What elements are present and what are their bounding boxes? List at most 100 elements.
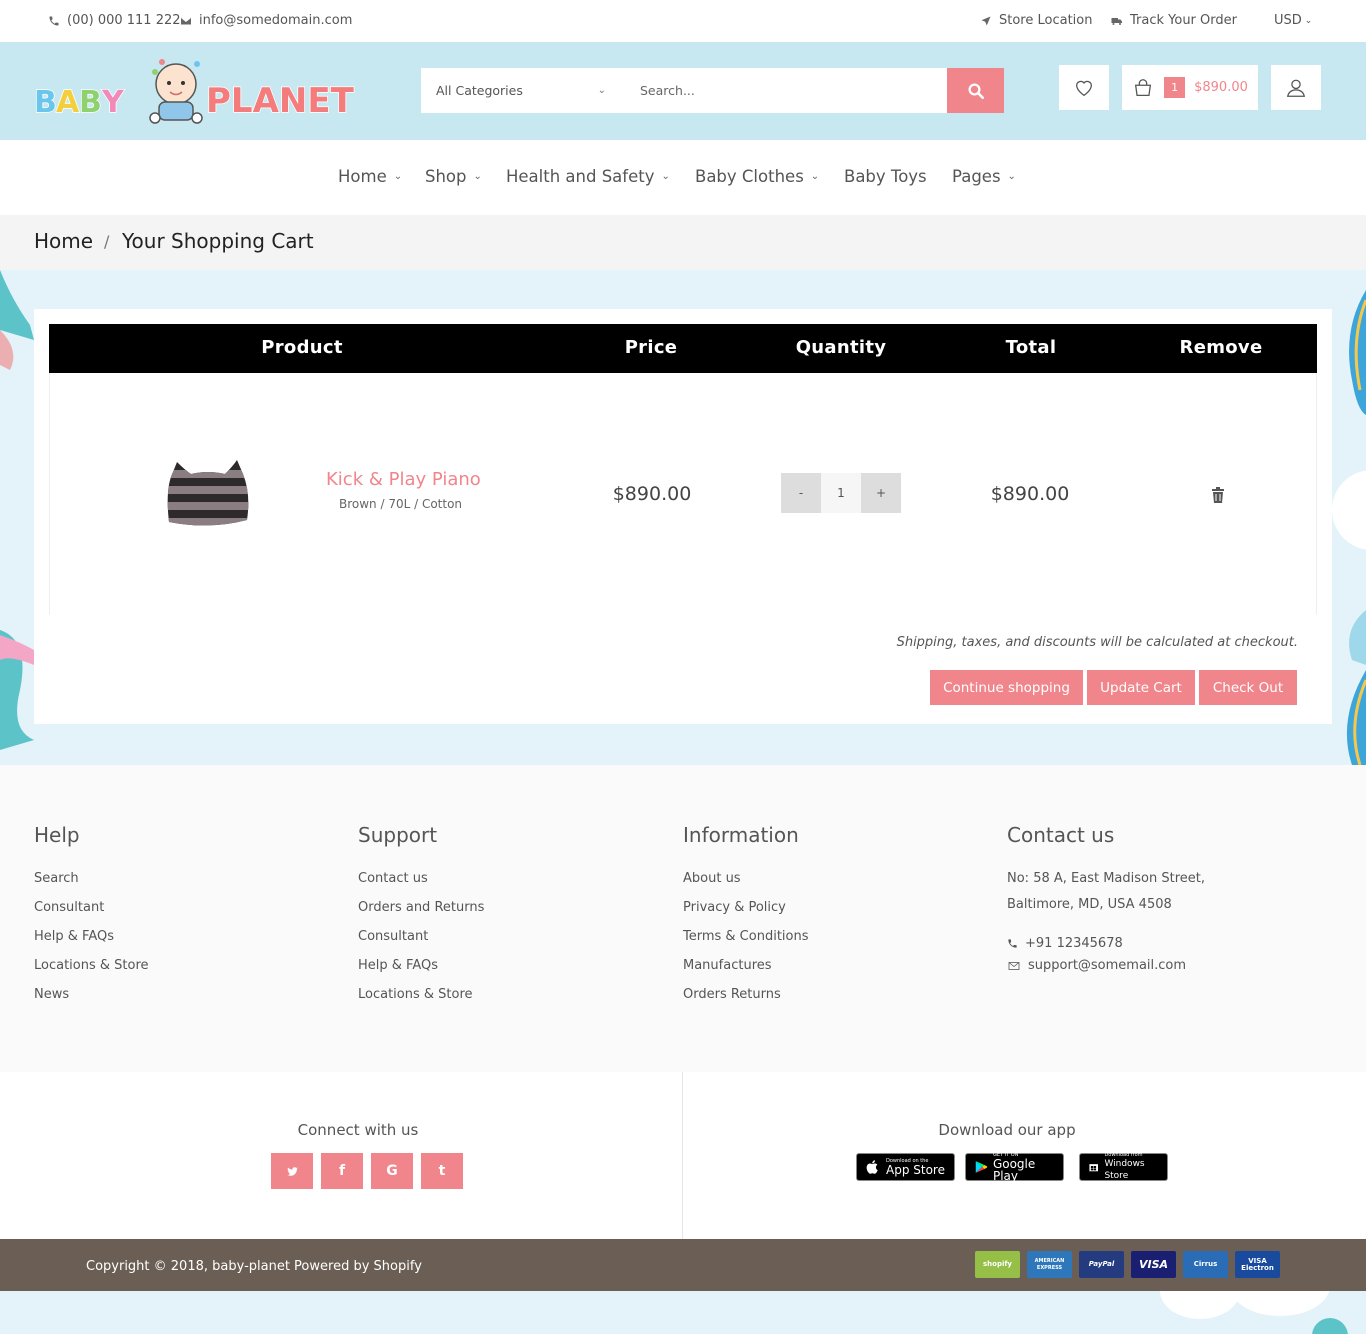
- checkout-button[interactable]: Check Out: [1199, 670, 1297, 705]
- currency-selector[interactable]: USD ⌄: [1274, 13, 1312, 28]
- nav-item-health-and-safety[interactable]: Health and Safety ⌄: [506, 167, 670, 186]
- footer-link[interactable]: Locations & Store: [358, 987, 484, 1016]
- footer-heading-information: Information: [683, 823, 799, 847]
- phone-number: (00) 000 111 222: [67, 13, 181, 28]
- search-button[interactable]: [947, 68, 1004, 113]
- nav-item-baby-clothes[interactable]: Baby Clothes ⌄: [695, 167, 819, 186]
- nav-item-baby-toys[interactable]: Baby Toys: [844, 167, 927, 186]
- footer-link[interactable]: Consultant: [34, 900, 149, 929]
- product-image[interactable]: [163, 458, 253, 530]
- app-store-big: App Store: [886, 1163, 945, 1177]
- chevron-down-icon: ⌄: [597, 85, 606, 96]
- footer-col-support: Support Contact us Orders and Returns Co…: [358, 823, 484, 1016]
- footer-link[interactable]: Orders and Returns: [358, 900, 484, 929]
- chevron-down-icon: ⌄: [1007, 171, 1016, 182]
- windows-store-icon: [1089, 1164, 1099, 1172]
- footer-heading-contact: Contact us: [1007, 823, 1115, 847]
- email-contact[interactable]: info@somedomain.com: [180, 13, 352, 28]
- track-order-link[interactable]: Track Your Order: [1111, 13, 1237, 28]
- quantity-stepper: - 1 +: [781, 473, 901, 513]
- search-icon: [968, 83, 984, 99]
- footer-link[interactable]: Manufactures: [683, 958, 809, 987]
- twitter-bird-icon: [286, 1166, 298, 1176]
- footer-links: Help Search Consultant Help & FAQs Locat…: [0, 765, 1366, 1072]
- site-header: B A B Y PLANET All Categories ⌄ 1 $890.0…: [0, 42, 1366, 140]
- heart-icon: [1076, 80, 1092, 96]
- footer-link[interactable]: Help & FAQs: [358, 958, 484, 987]
- store-location-link[interactable]: Store Location: [980, 13, 1092, 28]
- cirrus-payment-icon: Cirrus: [1183, 1251, 1228, 1278]
- bottom-cloud-decoration: [1160, 1291, 1348, 1334]
- connect-title: Connect with us: [297, 1121, 419, 1139]
- phone-contact[interactable]: (00) 000 111 222: [48, 13, 181, 28]
- location-arrow-icon: [981, 16, 991, 25]
- footer-link[interactable]: Search: [34, 871, 149, 900]
- product-variant: Brown / 70L / Cotton: [339, 497, 463, 511]
- footer-link[interactable]: Privacy & Policy: [683, 900, 809, 929]
- footer-link[interactable]: Consultant: [358, 929, 484, 958]
- category-select[interactable]: All Categories ⌄: [421, 68, 620, 113]
- contact-email[interactable]: support@somemail.com: [1007, 958, 1205, 973]
- header-quantity: Quantity: [795, 337, 887, 358]
- footer-link[interactable]: Help & FAQs: [34, 929, 149, 958]
- nav-item-pages[interactable]: Pages ⌄: [952, 167, 1016, 186]
- nav-item-label: Shop: [425, 167, 467, 186]
- envelope-icon: [1008, 961, 1020, 970]
- quantity-increase-button[interactable]: +: [861, 473, 901, 513]
- search-bar: All Categories ⌄: [421, 68, 1004, 113]
- visa-electron-payment-icon: VISA Electron: [1235, 1251, 1280, 1278]
- shopify-payment-icon: shopify: [975, 1251, 1020, 1278]
- account-button[interactable]: [1271, 65, 1321, 110]
- footer-link[interactable]: News: [34, 987, 149, 1016]
- chevron-down-icon: ⌄: [810, 171, 820, 182]
- contact-phone-number: +91 12345678: [1025, 935, 1123, 951]
- baby-planet-logo[interactable]: B A B Y PLANET: [34, 54, 364, 128]
- footer-link[interactable]: About us: [683, 871, 809, 900]
- footer-link[interactable]: Orders Returns: [683, 987, 809, 1016]
- nav-item-shop[interactable]: Shop ⌄: [425, 167, 482, 186]
- breadcrumb-current: Your Shopping Cart: [122, 229, 314, 253]
- breadcrumb-home[interactable]: Home: [34, 229, 93, 253]
- cart-button[interactable]: 1 $890.00: [1122, 65, 1258, 110]
- top-bar: (00) 000 111 222 info@somedomain.com Sto…: [0, 0, 1366, 42]
- wishlist-button[interactable]: [1059, 65, 1109, 110]
- google-icon[interactable]: G: [371, 1153, 413, 1189]
- quantity-input[interactable]: 1: [821, 473, 861, 513]
- svg-text:Y: Y: [101, 85, 125, 120]
- contact-phone[interactable]: +91 12345678: [1007, 928, 1205, 958]
- nav-item-label: Baby Clothes: [695, 167, 804, 186]
- search-input[interactable]: [620, 68, 947, 113]
- phone-icon: [1008, 938, 1017, 948]
- chevron-down-icon: ⌄: [661, 171, 670, 182]
- footer-link[interactable]: Locations & Store: [34, 958, 149, 987]
- nav-item-label: Home: [338, 167, 387, 186]
- track-order-label: Track Your Order: [1130, 13, 1237, 28]
- windows-store-badge[interactable]: Download from Windows Store: [1079, 1152, 1168, 1181]
- store-location-label: Store Location: [999, 13, 1093, 28]
- cart-panel: Product Price Quantity Total Remove Kick…: [34, 309, 1332, 724]
- twitter-icon[interactable]: [271, 1153, 313, 1189]
- category-select-value: All Categories: [436, 83, 523, 98]
- update-cart-button[interactable]: Update Cart: [1087, 670, 1195, 705]
- continue-shopping-button[interactable]: Continue shopping: [930, 670, 1083, 705]
- envelope-icon: [181, 17, 191, 24]
- main-nav: Home ⌄ Shop ⌄ Health and Safety ⌄ Baby Clot…: [0, 140, 1366, 215]
- product-name-link[interactable]: Kick & Play Piano: [326, 469, 481, 490]
- nav-item-home[interactable]: Home ⌄: [338, 167, 402, 186]
- truck-icon: [1111, 17, 1122, 25]
- windows-store-big: Windows Store: [1104, 1159, 1145, 1181]
- chevron-down-icon: ⌄: [393, 171, 403, 182]
- nav-item-label: Pages: [952, 167, 1001, 186]
- google-play-badge[interactable]: GET IT ON Google Play: [965, 1152, 1064, 1182]
- table-row: Kick & Play Piano Brown / 70L / Cotton $…: [49, 373, 1317, 615]
- footer-link[interactable]: Contact us: [358, 871, 484, 900]
- trash-icon[interactable]: [1211, 487, 1225, 503]
- tumblr-icon[interactable]: t: [421, 1153, 463, 1189]
- footer-link[interactable]: Terms & Conditions: [683, 929, 809, 958]
- header-remove: Remove: [1179, 337, 1263, 358]
- apple-icon: [866, 1160, 878, 1174]
- app-store-badge[interactable]: Download on the App Store: [856, 1153, 955, 1181]
- shopping-bag-icon: [1135, 78, 1152, 96]
- facebook-icon[interactable]: f: [321, 1153, 363, 1189]
- quantity-decrease-button[interactable]: -: [781, 473, 821, 513]
